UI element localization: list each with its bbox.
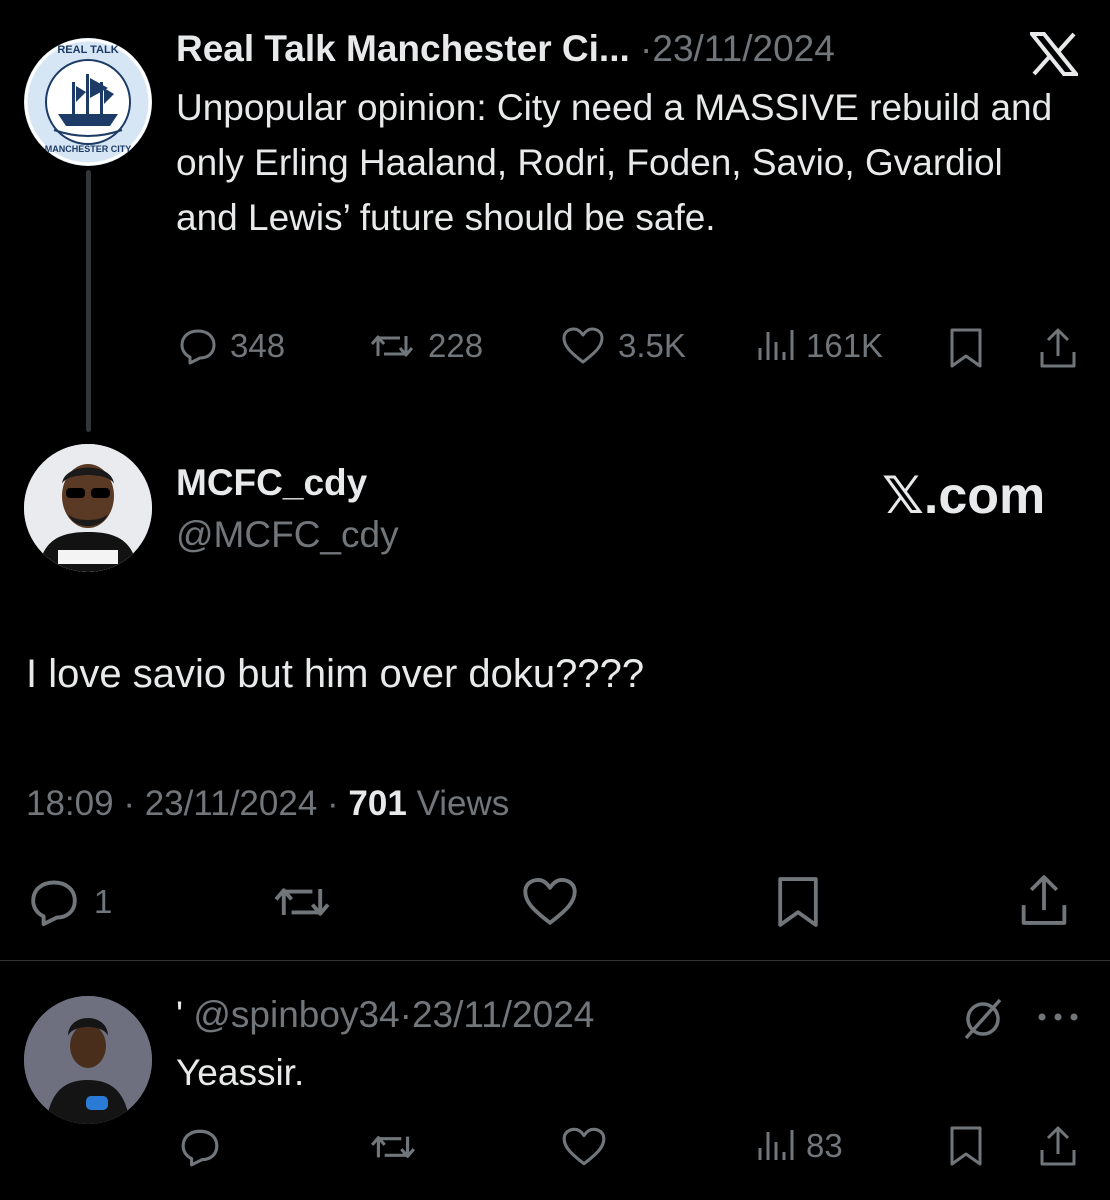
share-icon[interactable] (1036, 326, 1080, 370)
like-button[interactable]: 3.5K (560, 326, 686, 366)
reply-icon (26, 876, 82, 928)
author-name[interactable]: Real Talk Manchester Ci... (176, 28, 630, 69)
reply-button[interactable]: 348 (178, 326, 285, 366)
thread-line (86, 170, 91, 432)
display-name[interactable]: MCFC_cdy (176, 462, 367, 504)
divider (0, 960, 1110, 961)
analytics-icon (754, 326, 794, 366)
handle[interactable]: @MCFC_cdy (176, 514, 399, 556)
tweet-text: I love savio but him over doku???? (26, 652, 645, 696)
bookmark-icon[interactable] (946, 326, 986, 370)
repost-count: 228 (428, 327, 484, 364)
user-photo-icon (24, 444, 152, 572)
views-button[interactable]: 161K (754, 326, 883, 366)
share-icon[interactable] (1036, 1124, 1080, 1168)
avatar-text-bottom: MANCHESTER CITY (44, 144, 132, 154)
views-label: Views (416, 784, 510, 823)
tweet-date[interactable]: 23/11/2024 (145, 784, 318, 823)
grok-icon[interactable] (960, 996, 1006, 1042)
share-icon[interactable] (1016, 872, 1072, 928)
repost-icon[interactable] (368, 1126, 418, 1168)
user-photo-icon (24, 996, 152, 1124)
tweet-date[interactable]: 23/11/2024 (652, 28, 834, 69)
repost-button[interactable]: 228 (368, 326, 483, 366)
heart-icon (560, 326, 606, 366)
avatar[interactable]: REAL TALK MANCHESTER CITY (24, 38, 152, 166)
repost-icon (368, 326, 416, 366)
separator: · (123, 784, 135, 823)
separator: · (399, 994, 412, 1035)
x-logo-icon[interactable] (1030, 32, 1078, 76)
reply-icon (178, 326, 218, 366)
views-count: 701 (348, 784, 407, 823)
analytics-icon (754, 1126, 794, 1166)
avatar[interactable] (24, 996, 152, 1124)
reply-name[interactable]: ' (176, 994, 183, 1035)
avatar-text-top: REAL TALK (57, 44, 119, 56)
brand-watermark: 𝕏.com (882, 467, 1046, 525)
heart-icon[interactable] (520, 876, 580, 928)
quoted-tweet-header: Real Talk Manchester Ci... ·23/11/2024 (176, 28, 835, 70)
views-count: 161K (806, 327, 884, 364)
views-button[interactable]: 83 (754, 1126, 843, 1166)
reply-text: Yeassir. (176, 1052, 305, 1093)
reply-header: ' @spinboy34·23/11/2024 (176, 994, 594, 1036)
heart-icon[interactable] (560, 1126, 608, 1168)
avatar[interactable] (24, 444, 152, 572)
like-count: 3.5K (618, 327, 686, 364)
reply-handle[interactable]: @spinboy34 (193, 994, 399, 1035)
reply-button[interactable]: 1 (26, 876, 112, 928)
tweet-meta: 18:09 · 23/11/2024 · 701 Views (26, 784, 509, 824)
bookmark-icon[interactable] (946, 1124, 986, 1168)
bookmark-icon[interactable] (772, 874, 824, 930)
reply-icon[interactable] (178, 1126, 222, 1168)
repost-icon[interactable] (270, 876, 334, 928)
reply-count: 348 (230, 327, 286, 364)
tweet-time[interactable]: 18:09 (26, 784, 114, 823)
quoted-tweet-text: Unpopular opinion: City need a MASSIVE r… (176, 87, 1053, 238)
separator: · (640, 28, 653, 69)
reply-count: 1 (94, 883, 113, 920)
views-count: 83 (806, 1127, 843, 1164)
separator: · (327, 784, 339, 823)
more-options-icon[interactable] (1036, 1010, 1080, 1024)
reply-date[interactable]: 23/11/2024 (412, 994, 594, 1035)
